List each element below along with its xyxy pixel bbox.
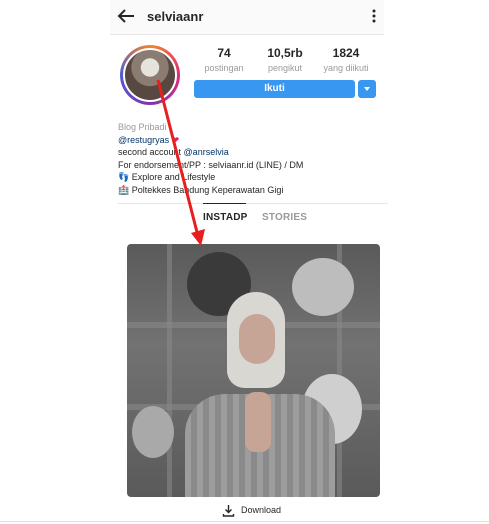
stat-followers-label: pengikut (267, 63, 303, 73)
tabs-divider (118, 203, 388, 204)
plush-toy (292, 258, 354, 316)
top-bar: selviaanr (110, 0, 384, 35)
active-tab-indicator (203, 203, 246, 204)
profile-username: selviaanr (147, 9, 204, 24)
stat-posts-value: 74 (217, 46, 231, 60)
profile-bio: Blog Pribadi @restugryas ❤ second accoun… (118, 121, 388, 196)
more-options-icon[interactable] (370, 8, 378, 24)
stat-posts: 74 postingan (189, 46, 259, 73)
bio-second-account-link[interactable]: @anrselvia (184, 147, 229, 157)
profile-photo-preview[interactable] (127, 244, 380, 497)
stat-posts-label: postingan (204, 63, 244, 73)
bottom-divider (0, 521, 489, 522)
plush-toy (132, 406, 174, 458)
hospital-emoji-icon: 🏥 (118, 184, 130, 195)
bio-line-school: 🏥 Poltekkes Bandung Keperawatan Gigi (118, 184, 388, 197)
bio-line-second-account: second account @anrselvia (118, 146, 388, 159)
avatar-story-ring[interactable] (120, 45, 180, 105)
stat-following[interactable]: 1824 yang diikuti (311, 46, 381, 73)
stat-following-value: 1824 (332, 46, 360, 60)
download-button[interactable]: Download (241, 505, 281, 515)
follow-button[interactable]: Ikuti (194, 80, 355, 98)
bio-line-lifestyle: 👣 Explore and Lifestyle (118, 171, 388, 184)
stat-followers-value: 10,5rb (267, 46, 303, 60)
hand-figure (245, 392, 271, 452)
stat-followers[interactable]: 10,5rb pengikut (250, 46, 320, 73)
face-figure (239, 314, 275, 364)
bio-line-mention: @restugryas ❤ (118, 134, 388, 147)
tab-instadp[interactable]: INSTADP (203, 212, 248, 223)
profile-avatar (123, 48, 177, 102)
bio-line2-prefix: second account (118, 147, 184, 157)
bio-mention-link[interactable]: @restugryas (118, 135, 169, 145)
footprints-emoji-icon: 👣 (118, 172, 130, 182)
bio-line4-text: Explore and Lifestyle (131, 172, 216, 182)
heart-emoji-icon: ❤ (171, 134, 180, 145)
tab-stories[interactable]: STORIES (262, 212, 307, 223)
bio-line5-text: Poltekkes Bandung Keperawatan Gigi (131, 184, 284, 195)
stat-following-label: yang diikuti (323, 63, 369, 73)
follow-dropdown-button[interactable] (358, 80, 376, 98)
download-icon[interactable] (222, 504, 235, 517)
chevron-down-icon (364, 87, 370, 91)
shelf-post-left (167, 244, 172, 497)
back-arrow-icon[interactable] (116, 6, 136, 26)
bio-category: Blog Pribadi (118, 122, 167, 132)
bio-line-endorsement: For endorsement/PP : selviaanr.id (LINE)… (118, 159, 304, 170)
